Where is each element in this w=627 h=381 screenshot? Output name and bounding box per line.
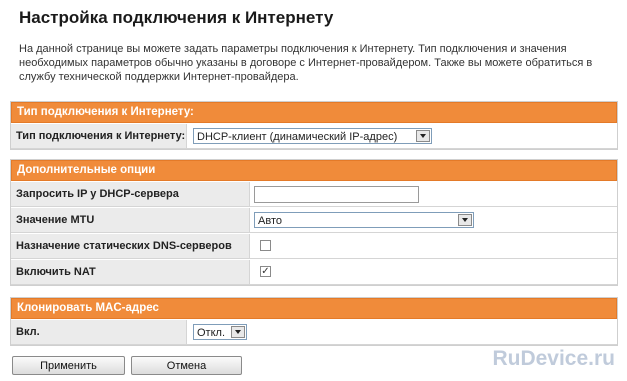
- mac-clone-header: Клонировать MAC-адрес: [11, 298, 617, 319]
- connection-type-value: DHCP-клиент (динамический IP-адрес): [197, 131, 398, 143]
- mac-clone-label: Вкл.: [11, 320, 187, 345]
- nat-checkbox[interactable]: ✓: [260, 266, 271, 277]
- connection-type-section: Тип подключения к Интернету: Тип подключ…: [10, 101, 618, 150]
- connection-type-row: Тип подключения к Интернету: DHCP-клиент…: [11, 123, 617, 149]
- mac-clone-row: Вкл. Откл.: [11, 319, 617, 345]
- static-dns-label: Назначение статических DNS-серверов: [11, 234, 250, 259]
- mac-clone-section: Клонировать MAC-адрес Вкл. Откл.: [10, 297, 618, 346]
- chevron-down-icon[interactable]: [458, 214, 472, 226]
- connection-type-select[interactable]: DHCP-клиент (динамический IP-адрес): [193, 128, 432, 144]
- watermark-logo: RuDevice.ru: [492, 347, 615, 370]
- nat-label: Включить NAT: [11, 260, 250, 285]
- static-dns-checkbox[interactable]: [260, 240, 271, 251]
- connection-type-label: Тип подключения к Интернету:: [11, 124, 187, 149]
- request-ip-row: Запросить IP у DHCP-сервера (опционально…: [11, 181, 617, 225]
- request-ip-input[interactable]: [254, 186, 419, 203]
- nat-row: Включить NAT ✓: [11, 259, 617, 285]
- chevron-down-icon[interactable]: [231, 326, 245, 338]
- request-ip-label: Запросить IP у DHCP-сервера (опционально…: [11, 182, 250, 225]
- mtu-value: Авто: [258, 215, 282, 227]
- static-dns-row: Назначение статических DNS-серверов: [11, 233, 617, 259]
- advanced-options-header: Дополнительные опции: [11, 160, 617, 181]
- cancel-button[interactable]: Отмена: [131, 356, 242, 375]
- mtu-label: Значение MTU: [11, 208, 250, 233]
- advanced-options-section: Дополнительные опции Запросить IP у DHCP…: [10, 159, 618, 286]
- mac-clone-value: Откл.: [197, 327, 226, 339]
- apply-button[interactable]: Применить: [12, 356, 125, 375]
- page-description: На данной странице вы можете задать пара…: [19, 43, 593, 83]
- mtu-row: Значение MTU Авто: [11, 207, 617, 233]
- page-title: Настройка подключения к Интернету: [19, 8, 334, 27]
- mtu-select[interactable]: Авто: [254, 212, 474, 228]
- chevron-down-icon[interactable]: [416, 130, 430, 142]
- mac-clone-select[interactable]: Откл.: [193, 324, 247, 340]
- connection-type-header: Тип подключения к Интернету:: [11, 102, 617, 123]
